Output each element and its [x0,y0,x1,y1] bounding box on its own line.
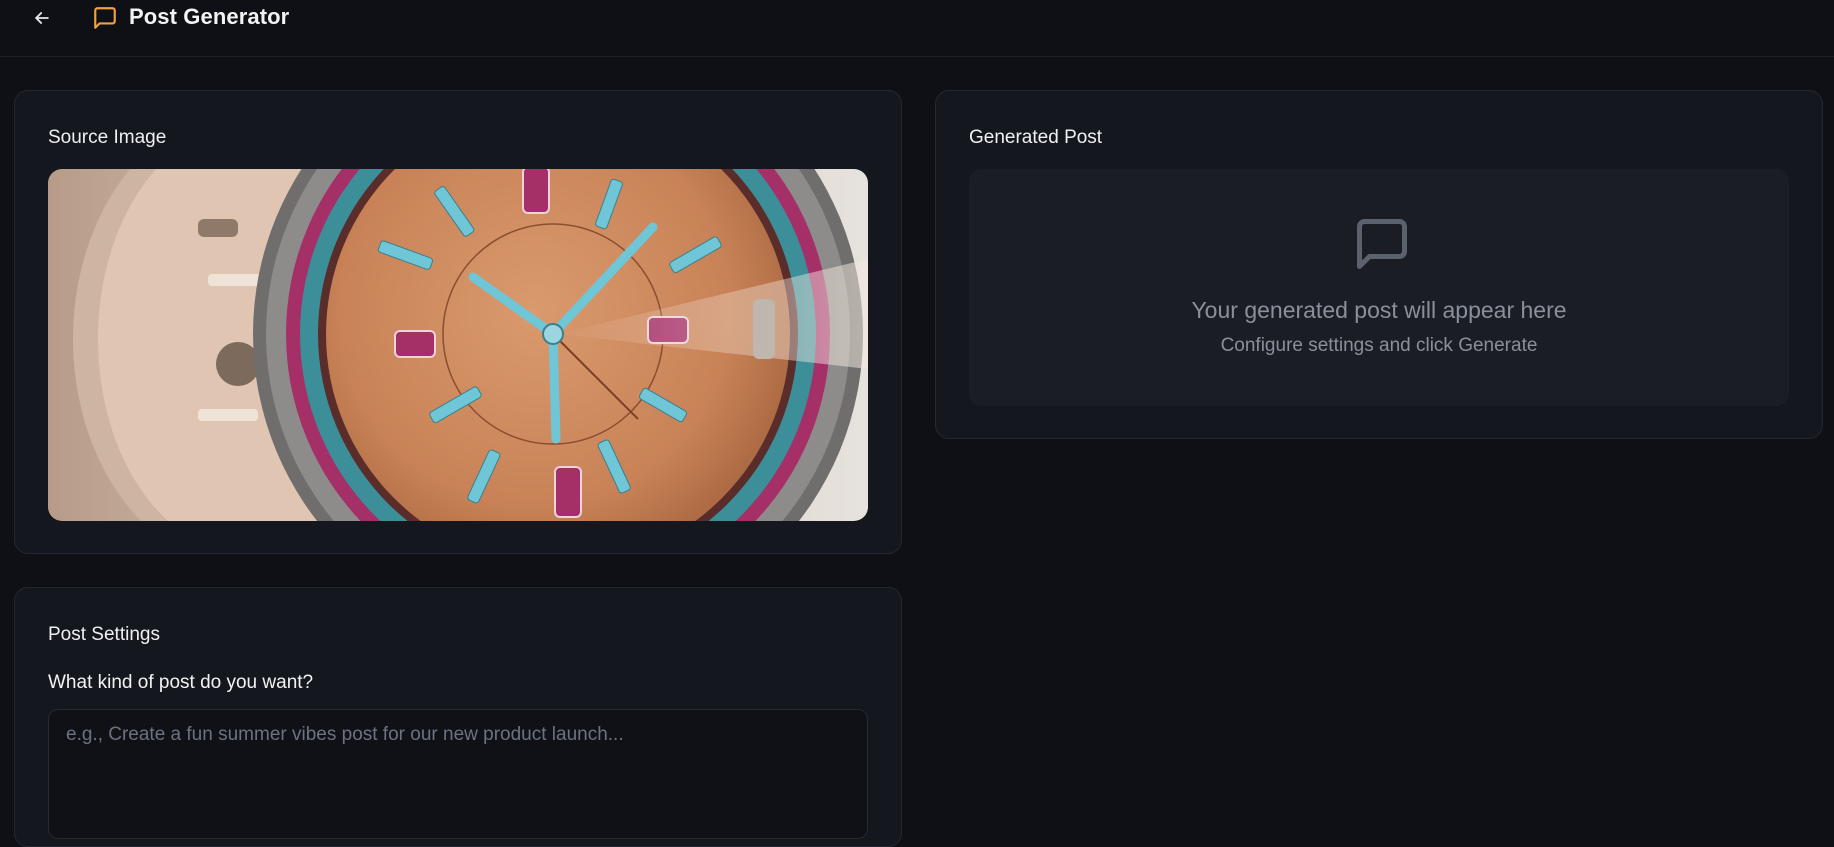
message-square-icon [94,7,116,29]
prompt-input[interactable] [48,709,868,839]
empty-state-subtitle: Configure settings and click Generate [1220,335,1538,356]
arrow-left-icon [35,12,49,24]
source-image-title: Source Image [48,127,167,148]
post-settings-card: Post Settings What kind of post do you w… [14,587,902,847]
empty-state: Your generated post will appear here Con… [969,169,1789,406]
page-title: Post Generator [129,4,290,29]
back-button[interactable] [28,4,56,32]
generated-post-title: Generated Post [969,127,1103,148]
empty-state-title: Your generated post will appear here [1191,297,1567,323]
post-settings-title: Post Settings [48,624,160,645]
source-image [48,169,868,521]
generated-post-card: Generated Post Your generated post will … [935,90,1823,439]
prompt-label: What kind of post do you want? [48,672,314,693]
top-bar: Post Generator [0,0,1834,57]
message-square-icon [1357,219,1407,269]
watch-photo [48,169,868,521]
source-image-card: Source Image [14,90,902,554]
